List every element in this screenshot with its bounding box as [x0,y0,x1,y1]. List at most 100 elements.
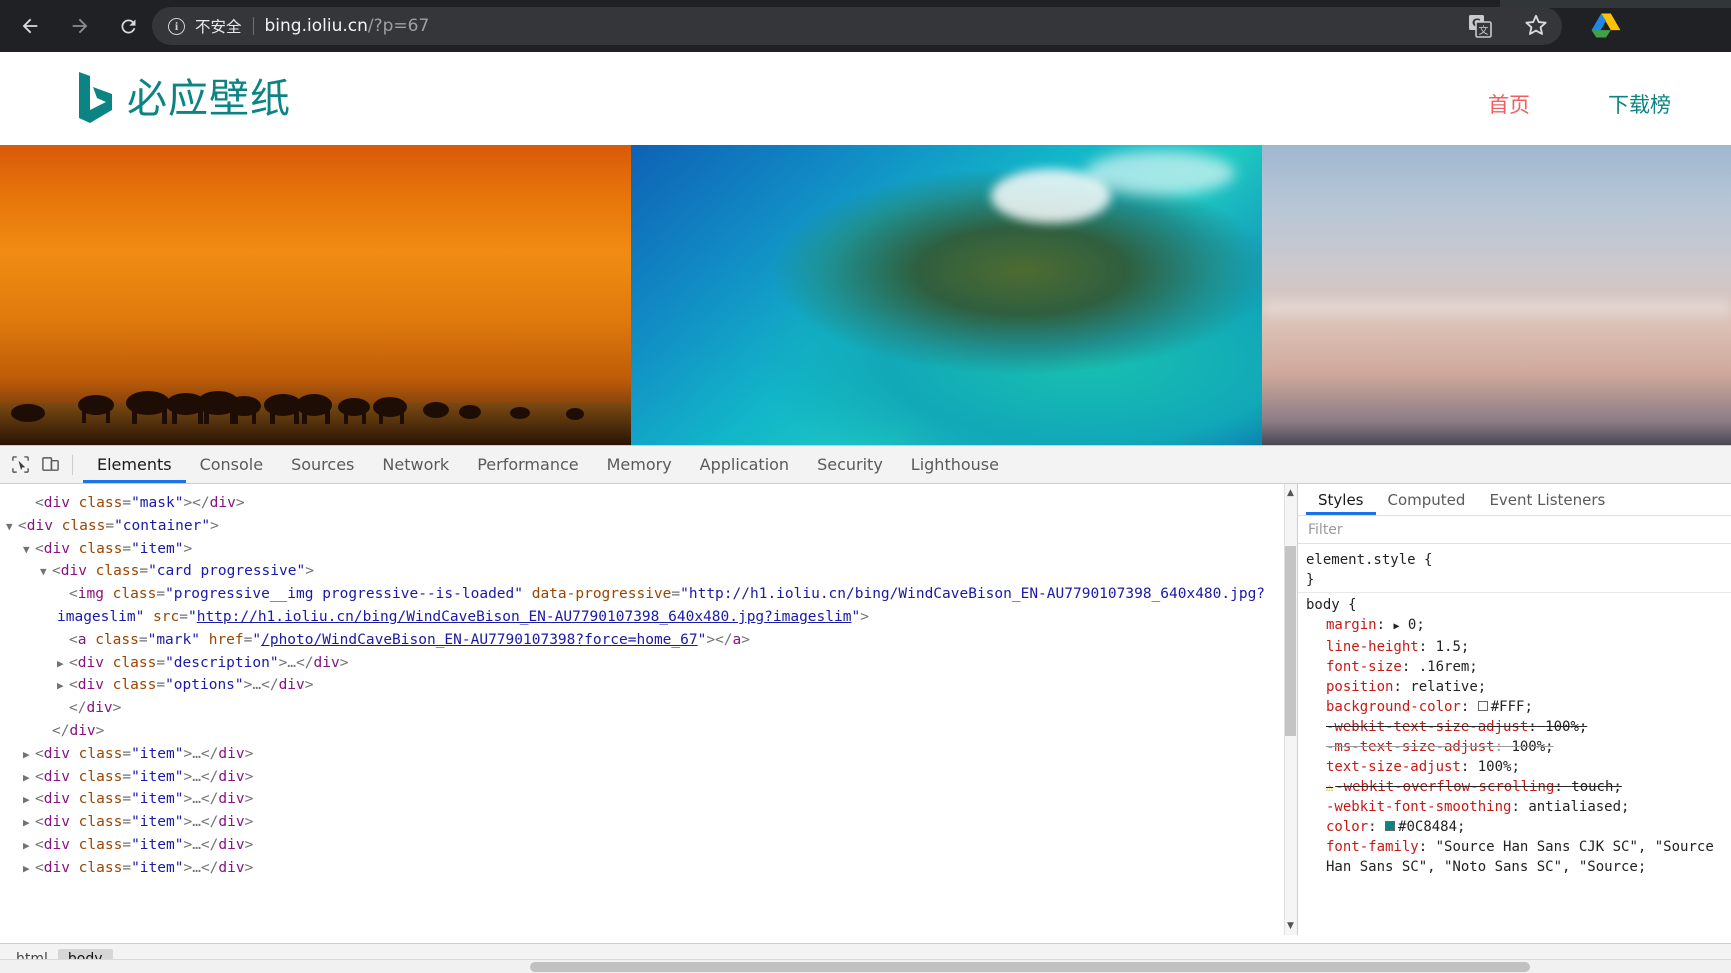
dom-node-mask[interactable]: <div class="mask"></div> [0,492,1297,515]
style-colon: : [1528,719,1537,735]
tab-memory[interactable]: Memory [593,446,686,483]
dom-node-item-open[interactable]: ▼ <div class="item"> [0,538,1297,561]
styles-tab-computed[interactable]: Computed [1376,484,1478,515]
horizontal-scrollbar[interactable] [0,959,1731,973]
dom-scrollbar[interactable]: ▲ ▼ [1284,484,1297,935]
forward-button[interactable] [60,6,100,46]
tab-sources[interactable]: Sources [277,446,368,483]
expand-triangle-icon[interactable]: ▶ [1393,621,1399,632]
tab-application[interactable]: Application [686,446,803,483]
expand-triangle-icon[interactable]: ▶ [23,744,35,767]
dom-node-item-3[interactable]: ▶ <div class="item">…</div> [0,766,1297,789]
expand-triangle-icon[interactable]: ▶ [57,675,69,698]
style-rule[interactable]: body {margin: ▶ 0; line-height: 1.5; font-… [1298,592,1731,879]
google-drive-icon[interactable] [1591,12,1621,39]
dom-node-card[interactable]: ▼ <div class="card progressive"> [0,560,1297,583]
sky-band [1262,301,1731,315]
translate-icon[interactable]: G 文 [1467,13,1493,39]
dom-node-item-7[interactable]: ▶ <div class="item">…</div> [0,857,1297,880]
tab-network[interactable]: Network [368,446,463,483]
style-property--webkit-text-size-adjust[interactable]: -webkit-text-size-adjust: 100%; [1306,717,1723,737]
wallpaper-card-bison[interactable] [0,145,631,445]
expand-triangle-icon[interactable]: ▶ [23,767,35,790]
site-logo-text: 必应壁纸 [127,76,291,122]
dom-node-markup: </div> [52,722,105,739]
dom-node-item-2[interactable]: ▶ <div class="item">…</div> [0,743,1297,766]
back-button[interactable] [10,6,50,46]
dom-node-options[interactable]: ▶ <div class="options">…</div> [0,674,1297,697]
dom-node-card-close[interactable]: </div> [0,697,1297,720]
collapse-triangle-icon[interactable]: ▼ [6,516,18,539]
device-toolbar-icon[interactable] [36,451,64,479]
expand-triangle-icon[interactable]: ▶ [57,653,69,676]
style-property--webkit-overflow-scrolling[interactable]: ⚠ -webkit-overflow-scrolling: touch; [1306,777,1723,797]
dom-node-markup: </div> [69,700,122,717]
styles-filter-input[interactable]: Filter [1298,516,1731,544]
tab-performance[interactable]: Performance [463,446,592,483]
expand-triangle-icon[interactable]: ▶ [23,812,35,835]
site-header: 必应壁纸 首页 下载榜 [0,52,1731,145]
reload-button[interactable] [108,6,148,46]
scroll-up-icon[interactable]: ▲ [1285,486,1296,500]
scroll-down-icon[interactable]: ▼ [1285,919,1296,933]
bookmark-star-icon[interactable] [1523,12,1549,42]
style-property-name: text-size-adjust [1326,759,1461,775]
dom-tree-pane[interactable]: <div class="mask"></div> ▼ <div class="con… [0,484,1297,935]
styles-rules-list[interactable]: element.style {} body {margin: ▶ 0; line-h… [1298,544,1731,935]
expand-triangle-icon[interactable]: ▶ [23,789,35,812]
site-logo[interactable]: 必应壁纸 [76,70,291,128]
color-swatch[interactable] [1385,821,1396,831]
style-property-margin[interactable]: margin: ▶ 0; [1306,615,1723,637]
dom-tree[interactable]: <div class="mask"></div> ▼ <div class="con… [0,484,1297,880]
style-property-name: line-height [1326,639,1419,655]
wallpaper-card-island[interactable] [631,145,1262,445]
expand-triangle-icon[interactable]: ▶ [23,835,35,858]
dom-node-container[interactable]: ▼ <div class="container"> [0,515,1297,538]
style-property-text-size-adjust[interactable]: text-size-adjust: 100%; [1306,757,1723,777]
address-bar[interactable]: i 不安全 bing.ioliu.cn/?p=67 [152,7,1562,45]
style-property--ms-text-size-adjust[interactable]: -ms-text-size-adjust: 100%; [1306,737,1723,757]
dom-node-item-5[interactable]: ▶ <div class="item">…</div> [0,811,1297,834]
bison-silhouettes-icon [11,391,584,424]
color-swatch[interactable] [1477,701,1488,711]
collapse-triangle-icon[interactable]: ▼ [40,561,52,584]
tab-lighthouse[interactable]: Lighthouse [897,446,1013,483]
dom-node-item-close[interactable]: </div> [0,720,1297,743]
nav-link-download-rank[interactable]: 下载榜 [1608,89,1671,119]
dom-node-item-4[interactable]: ▶ <div class="item">…</div> [0,788,1297,811]
styles-tab-event-listeners[interactable]: Event Listeners [1477,484,1617,515]
inspect-cursor-icon[interactable] [6,451,34,479]
style-property-value: #0C8484; [1398,819,1466,835]
style-property-name: -webkit-text-size-adjust [1326,719,1529,735]
site-nav: 首页 下载榜 [1488,89,1671,119]
dom-node-markup: <div class="item">…</div> [35,791,254,808]
devtools-body: <div class="mask"></div> ▼ <div class="con… [0,484,1731,935]
style-property-font-family[interactable]: font-family: "Source Han Sans CJK SC", "… [1306,837,1723,877]
site-info-icon[interactable]: i [168,17,185,35]
devtools-toolbar: Elements Console Sources Network Perform… [0,446,1731,484]
style-rule[interactable]: element.style {} [1298,548,1731,592]
dom-node-anchor-mark[interactable]: <a class="mark" href="/photo/WindCaveBis… [0,629,1297,652]
style-property-color[interactable]: color: #0C8484; [1306,817,1723,837]
style-property-position[interactable]: position: relative; [1306,677,1723,697]
styles-tab-styles[interactable]: Styles [1306,484,1376,515]
tab-elements[interactable]: Elements [83,446,186,483]
nav-link-home[interactable]: 首页 [1488,89,1530,119]
dom-node-description[interactable]: ▶ <div class="description">…</div> [0,652,1297,675]
tab-console[interactable]: Console [186,446,278,483]
wallpaper-card-sky[interactable] [1262,145,1731,445]
horizontal-scrollbar-thumb[interactable] [530,962,1530,972]
dom-node-markup: <div class="container"> [18,517,219,534]
style-property--webkit-font-smoothing[interactable]: -webkit-font-smoothing: antialiased; [1306,797,1723,817]
style-rule-selector: body { [1306,597,1357,613]
collapse-triangle-icon[interactable]: ▼ [23,539,35,562]
tab-security[interactable]: Security [803,446,897,483]
style-property-name: position [1326,679,1394,695]
dom-node-item-6[interactable]: ▶ <div class="item">…</div> [0,834,1297,857]
style-property-font-size[interactable]: font-size: .16rem; [1306,657,1723,677]
dom-node-img[interactable]: <img class="progressive__img progressive… [0,583,1297,629]
style-property-line-height[interactable]: line-height: 1.5; [1306,637,1723,657]
expand-triangle-icon[interactable]: ▶ [23,858,35,881]
dom-scrollbar-thumb[interactable] [1285,546,1296,736]
style-property-background-color[interactable]: background-color: #FFF; [1306,697,1723,717]
